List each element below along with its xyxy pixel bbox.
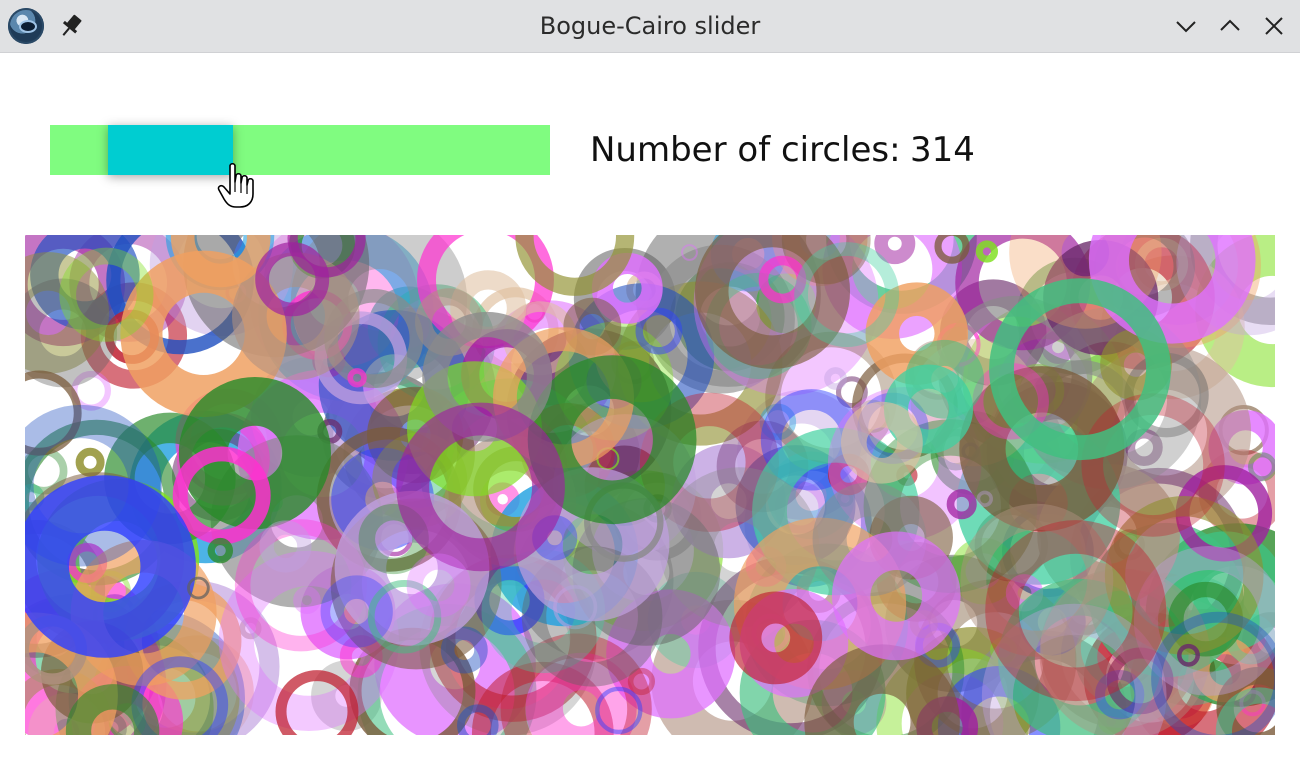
window-title: Bogue-Cairo slider <box>539 12 761 40</box>
circle <box>75 447 105 477</box>
slider-thumb[interactable] <box>108 125 233 175</box>
hand-cursor-icon <box>217 162 254 208</box>
circle <box>874 235 916 265</box>
circle-count-slider[interactable] <box>50 125 550 175</box>
minimize-button[interactable] <box>1172 12 1200 40</box>
circle-count-value: 314 <box>910 130 975 170</box>
title-bar: Bogue-Cairo slider <box>0 0 1300 53</box>
close-button[interactable] <box>1260 12 1288 40</box>
maximize-button[interactable] <box>1216 12 1244 40</box>
circles-canvas <box>25 235 1275 735</box>
circle-count-label: Number of circles: <box>590 130 901 170</box>
